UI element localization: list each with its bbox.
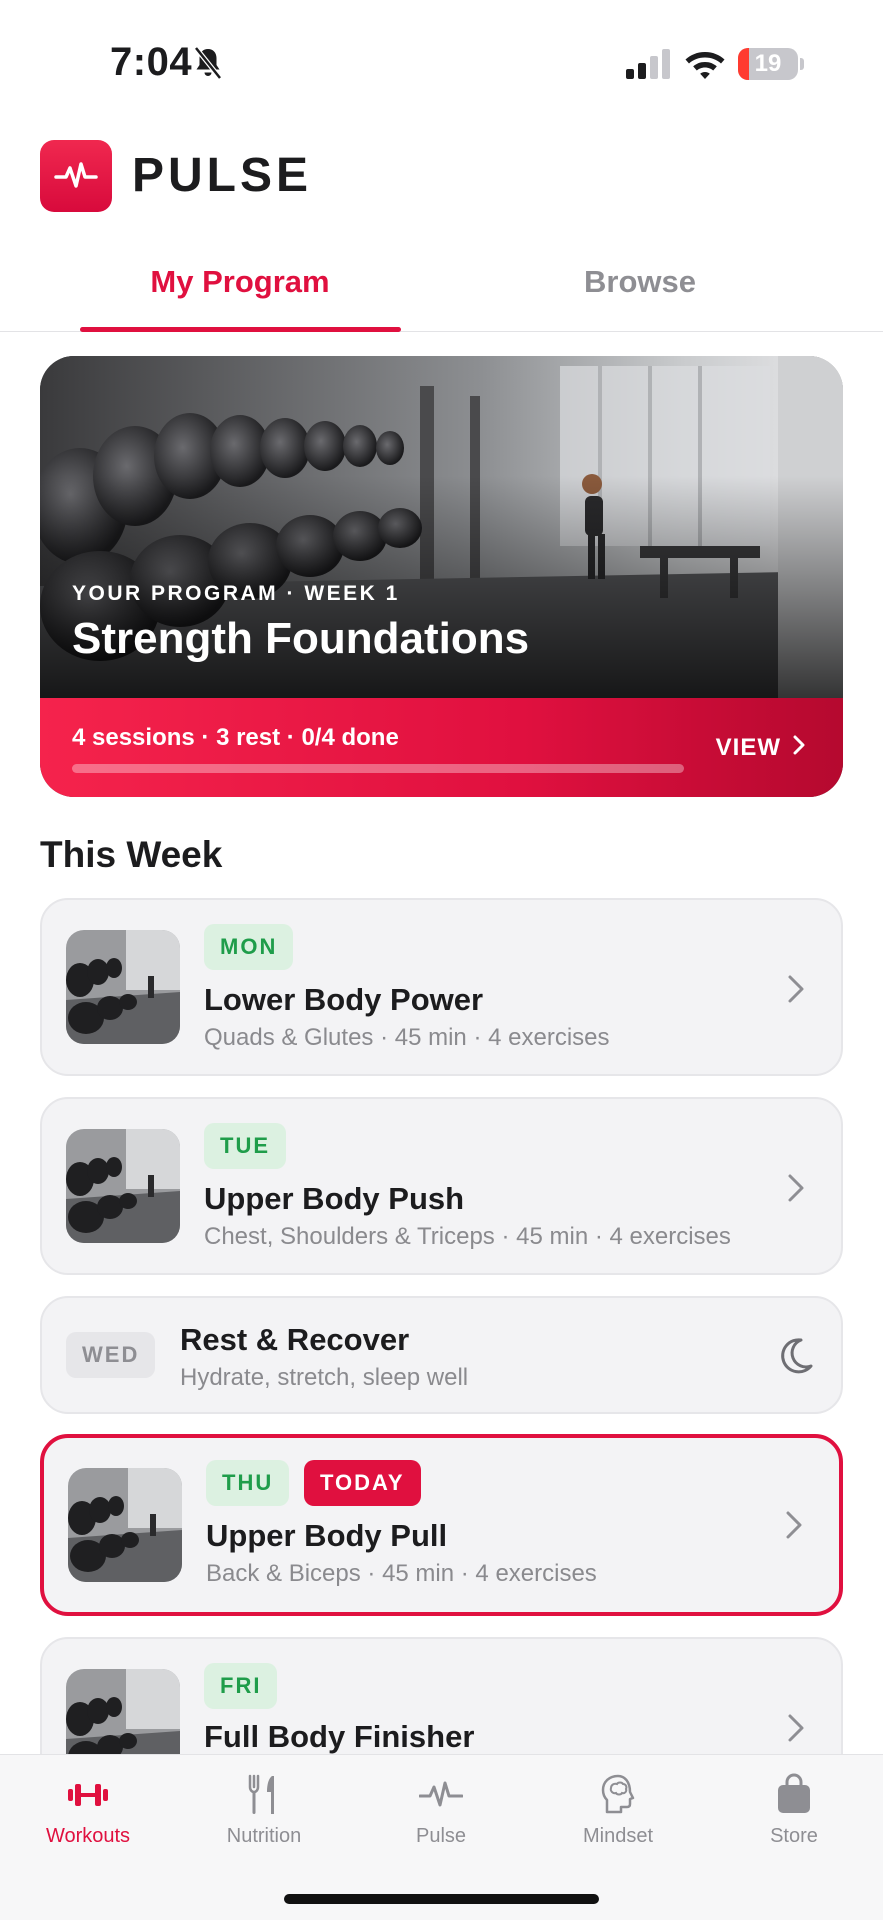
cellular-signal-icon	[626, 49, 670, 79]
fork-knife-icon	[248, 1774, 274, 1814]
program-title: Strength Foundations	[72, 614, 530, 663]
tabbar-label: Mindset	[582, 1825, 654, 1847]
tabbar-label: Pulse	[415, 1825, 467, 1847]
bell-slash-icon	[194, 46, 222, 80]
dumbbell-icon	[68, 1784, 108, 1806]
segmented-tabs: My Program Browse	[0, 240, 883, 332]
program-summary-text: 4 sessions · 3 rest · 0/4 done	[72, 724, 399, 751]
day-badge: FRI	[204, 1663, 278, 1709]
day-card-tue[interactable]: TUE Upper Body Push Chest, Shoulders & T…	[40, 1097, 843, 1275]
day-card-mon[interactable]: MON Lower Body Power Quads & Glutes · 45…	[40, 898, 843, 1076]
tabbar-item-workouts[interactable]: Workouts	[8, 1773, 168, 1848]
app-logo	[40, 140, 112, 212]
home-indicator	[284, 1894, 599, 1904]
program-progress-track	[72, 764, 684, 773]
view-program-label: VIEW	[715, 734, 781, 761]
chevron-right-icon	[786, 1511, 802, 1539]
chevron-right-icon	[788, 975, 804, 1003]
workout-thumbnail	[66, 1129, 180, 1243]
workout-title: Lower Body Power	[204, 982, 484, 1017]
view-program-button[interactable]: VIEW	[716, 734, 805, 762]
battery-icon: 19	[738, 48, 804, 80]
day-badge: MON	[204, 924, 294, 970]
workout-subtitle: Back & Biceps · 45 min · 4 exercises	[206, 1560, 597, 1587]
day-card-thu-today[interactable]: THU TODAY Upper Body Pull Back & Biceps …	[40, 1434, 843, 1616]
app-title: PULSE	[132, 149, 313, 202]
section-title-this-week: This Week	[40, 834, 223, 875]
tabbar-label: Nutrition	[226, 1825, 302, 1847]
day-badge: WED	[66, 1332, 156, 1378]
workout-title: Full Body Finisher	[204, 1719, 475, 1754]
wifi-icon	[685, 52, 725, 79]
tab-my-program[interactable]: My Program	[80, 264, 400, 300]
day-badge: THU	[206, 1460, 290, 1506]
today-badge: TODAY	[304, 1460, 421, 1506]
day-badge: TUE	[204, 1123, 286, 1169]
tabbar-label: Store	[770, 1825, 818, 1847]
status-bar: 7:04 19	[0, 0, 883, 130]
chevron-right-icon	[788, 1174, 804, 1202]
moon-icon	[781, 1338, 813, 1374]
rest-subtitle: Hydrate, stretch, sleep well	[180, 1364, 469, 1391]
tabbar-item-store[interactable]: Store	[714, 1773, 874, 1848]
workout-title: Upper Body Pull	[206, 1518, 448, 1553]
brain-head-icon	[601, 1774, 635, 1814]
shopping-bag-icon	[778, 1773, 810, 1813]
workout-title: Upper Body Push	[204, 1181, 465, 1216]
workout-thumbnail	[68, 1468, 182, 1582]
program-week-kicker: YOUR PROGRAM · WEEK 1	[72, 582, 400, 605]
tab-browse[interactable]: Browse	[480, 264, 800, 300]
chevron-right-icon	[788, 1714, 804, 1742]
tabbar-label: Workouts	[45, 1825, 131, 1847]
workout-thumbnail	[66, 930, 180, 1044]
battery-level: 19	[754, 50, 782, 77]
chevron-right-icon	[793, 735, 805, 755]
pulse-waveform-icon	[54, 162, 98, 188]
tabbar-item-mindset[interactable]: Mindset	[538, 1773, 698, 1848]
program-summary-bar: 4 sessions · 3 rest · 0/4 done VIEW	[40, 698, 843, 797]
rest-title: Rest & Recover	[180, 1322, 410, 1357]
workout-subtitle: Chest, Shoulders & Triceps · 45 min · 4 …	[204, 1223, 731, 1250]
tabbar-item-pulse[interactable]: Pulse	[361, 1773, 521, 1848]
active-tab-indicator	[80, 327, 401, 332]
workout-subtitle: Quads & Glutes · 45 min · 4 exercises	[204, 1024, 610, 1051]
program-hero-card[interactable]: YOUR PROGRAM · WEEK 1 Strength Foundatio…	[40, 356, 843, 797]
pulse-waveform-icon	[419, 1781, 463, 1807]
tabbar-item-nutrition[interactable]: Nutrition	[184, 1773, 344, 1848]
status-time: 7:04	[110, 40, 193, 84]
day-card-wed-rest[interactable]: WED Rest & Recover Hydrate, stretch, sle…	[40, 1296, 843, 1414]
